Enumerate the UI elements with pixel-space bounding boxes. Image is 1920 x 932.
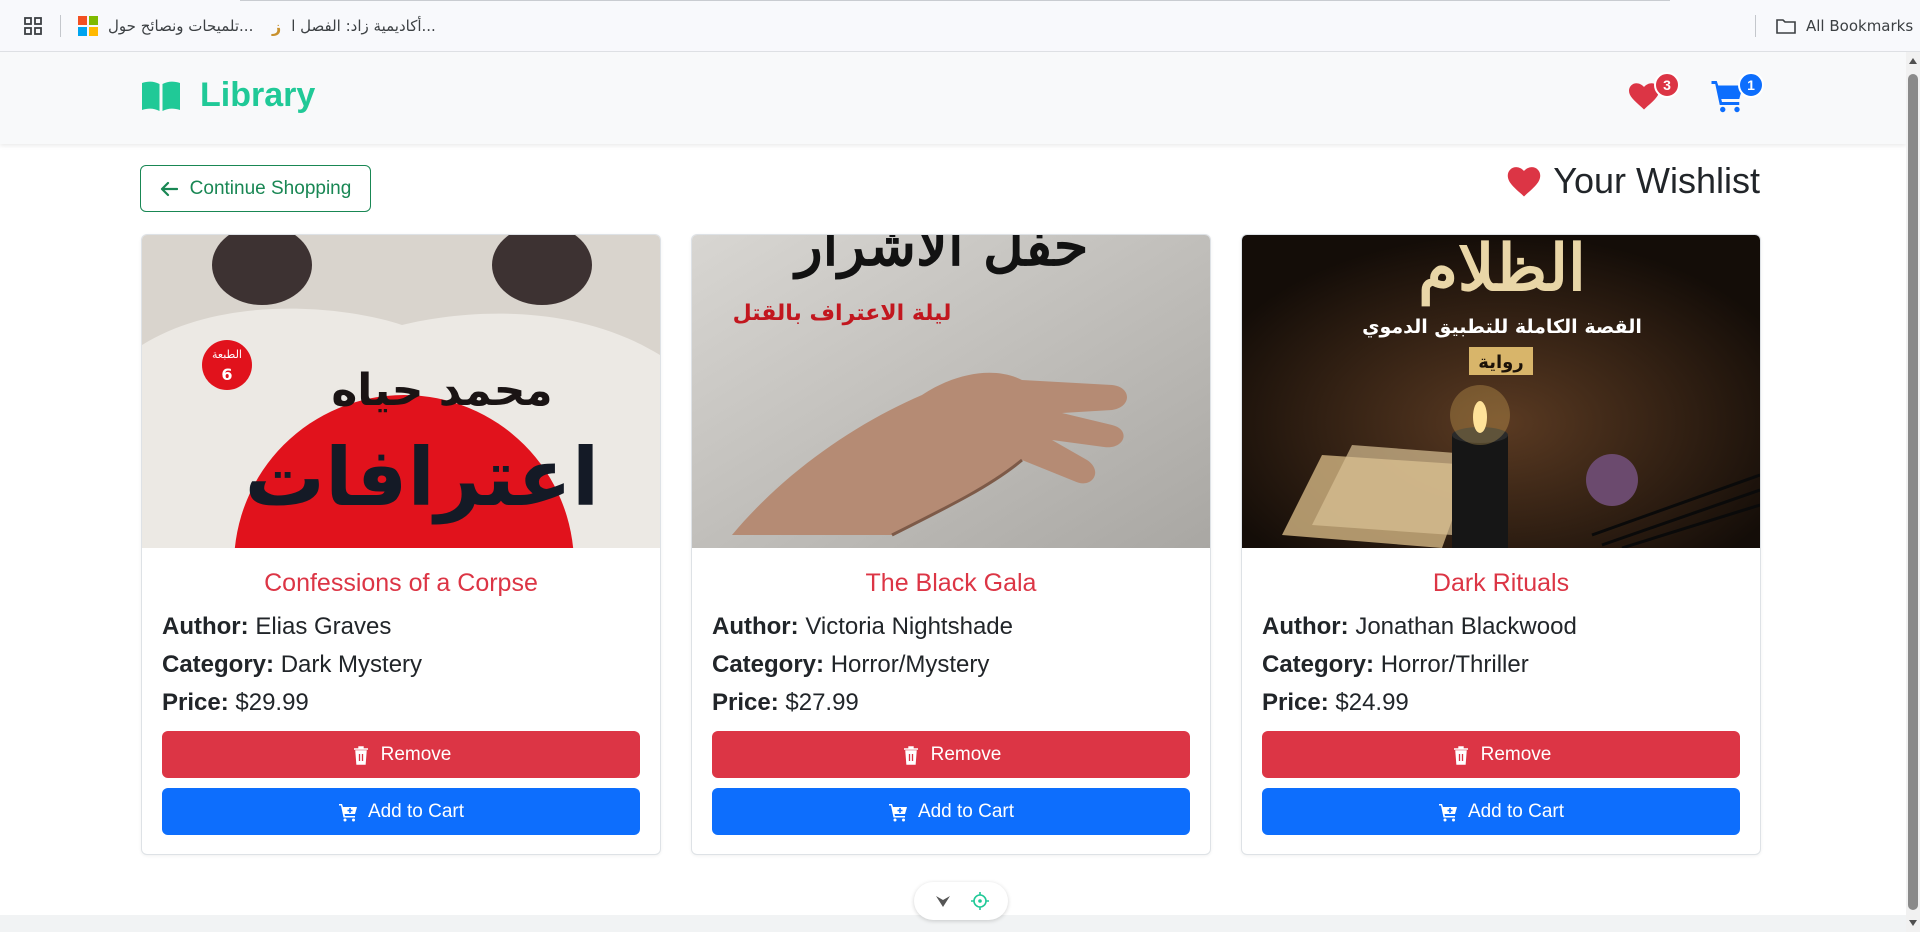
add-to-cart-label: Add to Cart xyxy=(917,800,1015,822)
wishlist-nav-button[interactable]: 3 xyxy=(1626,72,1680,118)
heart-icon xyxy=(1508,167,1541,197)
remove-label: Remove xyxy=(930,743,1002,765)
cart-count-badge: 1 xyxy=(1738,72,1764,98)
svg-text:حفل الأشرار: حفل الأشرار xyxy=(792,235,1089,280)
add-to-cart-button[interactable]: Add to Cart xyxy=(1262,788,1740,835)
book-cover-image: حفل الأشرار ليلة الاعتراف بالقتل xyxy=(692,235,1210,548)
svg-text:محمد حياه: محمد حياه xyxy=(331,365,552,416)
remove-button[interactable]: Remove xyxy=(712,731,1190,778)
add-to-cart-button[interactable]: Add to Cart xyxy=(712,788,1190,835)
remove-button[interactable]: Remove xyxy=(162,731,640,778)
add-to-cart-button[interactable]: Add to Cart xyxy=(162,788,640,835)
book-title[interactable]: Confessions of a Corpse xyxy=(142,569,660,598)
book-author: Author: Jonathan Blackwood xyxy=(1262,613,1577,640)
wishlist-card: حفل الأشرار ليلة الاعتراف بالقتل The Bla… xyxy=(691,234,1211,855)
svg-text:الطبعة: الطبعة xyxy=(212,348,242,361)
page-title: Your Wishlist xyxy=(1505,160,1760,202)
cart-plus-icon xyxy=(1438,803,1457,821)
remove-label: Remove xyxy=(1480,743,1552,765)
wishlist-card: الطبعة 6 محمد حياه اعترافات Confessions … xyxy=(141,234,661,855)
svg-text:الظلام: الظلام xyxy=(1418,235,1586,307)
cart-plus-icon xyxy=(888,803,907,821)
collapse-chevron-icon[interactable] xyxy=(933,891,953,911)
scroll-up-arrow-icon[interactable] xyxy=(1909,58,1917,64)
book-cover-image: الطبعة 6 محمد حياه اعترافات xyxy=(142,235,660,548)
svg-text:القصة الكاملة للتطبيق الدموي: القصة الكاملة للتطبيق الدموي xyxy=(1362,316,1642,339)
tab-strip-edge xyxy=(240,0,1670,1)
add-to-cart-label: Add to Cart xyxy=(367,800,465,822)
crosshair-icon[interactable] xyxy=(970,891,990,911)
book-price: Price: $27.99 xyxy=(712,689,859,716)
bookmark-separator xyxy=(60,15,61,37)
bookmark-label: تلميحات ونصائح حول... xyxy=(108,17,254,35)
microsoft-logo-icon xyxy=(78,16,98,36)
all-bookmarks-button[interactable]: All Bookmarks xyxy=(1776,13,1913,39)
cart-plus-icon xyxy=(338,803,357,821)
svg-text:ليلة الاعتراف بالقتل: ليلة الاعتراف بالقتل xyxy=(733,301,952,326)
bookmark-item-zad[interactable]: ز أكاديمية زاد: الفصل ا... xyxy=(272,13,436,39)
book-price: Price: $29.99 xyxy=(162,689,309,716)
folder-icon xyxy=(1776,19,1796,34)
bookmark-separator xyxy=(1755,15,1756,37)
wishlist-count-badge: 3 xyxy=(1654,72,1680,98)
book-price: Price: $24.99 xyxy=(1262,689,1409,716)
wishlist-card: الظلام القصة الكاملة للتطبيق الدموي رواي… xyxy=(1241,234,1761,855)
book-author: Author: Victoria Nightshade xyxy=(712,613,1013,640)
continue-shopping-label: Continue Shopping xyxy=(189,177,352,199)
book-author: Author: Elias Graves xyxy=(162,613,392,640)
book-category: Category: Dark Mystery xyxy=(162,651,423,678)
add-to-cart-label: Add to Cart xyxy=(1467,800,1565,822)
svg-text:6: 6 xyxy=(221,365,232,384)
svg-text:رواية: رواية xyxy=(1478,352,1523,373)
scroll-down-arrow-icon[interactable] xyxy=(1909,920,1917,926)
book-category: Category: Horror/Mystery xyxy=(712,651,990,678)
page-scrollbar[interactable] xyxy=(1906,52,1920,932)
open-book-icon xyxy=(142,81,180,111)
continue-shopping-button[interactable]: Continue Shopping xyxy=(140,165,371,212)
floating-toolbar xyxy=(914,882,1008,920)
book-title[interactable]: The Black Gala xyxy=(692,569,1210,598)
navbar: Library 3 1 xyxy=(0,52,1906,144)
scroll-thumb[interactable] xyxy=(1908,74,1918,910)
cart-nav-button[interactable]: 1 xyxy=(1710,72,1764,118)
remove-button[interactable]: Remove xyxy=(1262,731,1740,778)
trash-icon xyxy=(353,745,368,765)
trash-icon xyxy=(1453,745,1468,765)
arrow-left-icon xyxy=(160,181,178,196)
brand-link[interactable]: Library xyxy=(140,76,315,115)
bookmarks-bar: تلميحات ونصائح حول... ز أكاديمية زاد: ال… xyxy=(0,0,1920,52)
trash-icon xyxy=(903,745,918,765)
remove-label: Remove xyxy=(380,743,452,765)
bookmark-label: أكاديمية زاد: الفصل ا... xyxy=(291,17,436,35)
book-cover-image: الظلام القصة الكاملة للتطبيق الدموي رواي… xyxy=(1242,235,1760,548)
zad-logo-icon: ز xyxy=(272,16,282,36)
book-title[interactable]: Dark Rituals xyxy=(1242,569,1760,598)
svg-text:اعترافات: اعترافات xyxy=(245,431,600,525)
bookmark-item-tips[interactable]: تلميحات ونصائح حول... xyxy=(78,13,253,39)
apps-grid-icon[interactable] xyxy=(24,17,42,35)
page-title-text: Your Wishlist xyxy=(1553,160,1760,201)
book-category: Category: Horror/Thriller xyxy=(1262,651,1529,678)
brand-name: Library xyxy=(200,76,316,114)
all-bookmarks-label: All Bookmarks xyxy=(1806,17,1914,35)
